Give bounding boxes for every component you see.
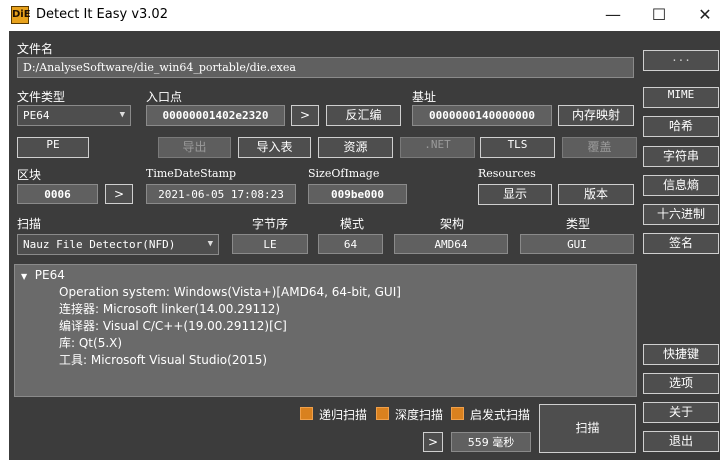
mime-button[interactable]: MIME bbox=[643, 87, 719, 108]
base-address-label: 基址 bbox=[412, 90, 437, 104]
resources-label: Resources bbox=[478, 167, 536, 180]
arch-label: 架构 bbox=[440, 217, 465, 231]
tls-button[interactable]: TLS bbox=[480, 137, 555, 158]
deep-scan-label: 深度扫描 bbox=[395, 408, 444, 422]
result-line[interactable]: 库: Qt(5.X) bbox=[59, 335, 122, 352]
exit-button[interactable]: 退出 bbox=[643, 431, 719, 452]
scan-label: 扫描 bbox=[17, 217, 42, 231]
overlay-button[interactable]: 覆盖 bbox=[562, 137, 637, 158]
mode-field: 64 bbox=[318, 234, 383, 254]
timestamp-label: TimeDateStamp bbox=[146, 167, 237, 180]
file-name-label: 文件名 bbox=[17, 42, 54, 56]
size-of-image-field[interactable]: 009be000 bbox=[308, 184, 407, 204]
base-address-field[interactable]: 0000000140000000 bbox=[412, 105, 552, 126]
disassemble-button[interactable]: 反汇编 bbox=[326, 105, 401, 126]
window-border-right bbox=[720, 31, 728, 460]
result-line[interactable]: Operation system: Windows(Vista+)[AMD64,… bbox=[59, 284, 401, 301]
chevron-down-icon: ▼ bbox=[207, 239, 213, 249]
chevron-down-icon[interactable]: ▼ bbox=[21, 272, 27, 281]
net-button[interactable]: .NET bbox=[400, 137, 475, 158]
deep-scan-checkbox[interactable] bbox=[376, 407, 389, 420]
file-type-select[interactable]: PE64 ▼ bbox=[17, 105, 131, 126]
maximize-icon[interactable]: ☐ bbox=[636, 0, 682, 31]
arch-field: AMD64 bbox=[394, 234, 508, 254]
strings-button[interactable]: 字符串 bbox=[643, 146, 719, 167]
endianness-field: LE bbox=[232, 234, 308, 254]
scan-engine-select[interactable]: Nauz File Detector(NFD) ▼ bbox=[17, 234, 219, 255]
result-line[interactable]: 工具: Microsoft Visual Studio(2015) bbox=[59, 352, 267, 369]
hex-button[interactable]: 十六进制 bbox=[643, 204, 719, 225]
close-icon[interactable]: ✕ bbox=[682, 0, 728, 31]
result-line[interactable]: 连接器: Microsoft linker(14.00.29112) bbox=[59, 301, 280, 318]
minimize-icon[interactable]: — bbox=[590, 0, 636, 31]
entry-point-label: 入口点 bbox=[146, 90, 183, 104]
size-of-image-label: SizeOfImage bbox=[308, 167, 380, 180]
elapsed-time-field: 559 毫秒 bbox=[451, 432, 531, 452]
about-button[interactable]: 关于 bbox=[643, 402, 719, 423]
export-button[interactable]: 导出 bbox=[158, 137, 231, 158]
scan-details-button[interactable]: > bbox=[423, 432, 443, 452]
entropy-button[interactable]: 信息熵 bbox=[643, 175, 719, 196]
timestamp-field[interactable]: 2021-06-05 17:08:23 bbox=[146, 184, 296, 204]
results-tree[interactable]: ▼ PE64 Operation system: Windows(Vista+)… bbox=[14, 264, 637, 397]
resources-button[interactable]: 资源 bbox=[318, 137, 393, 158]
app-icon: DiE bbox=[11, 6, 31, 24]
resources-version-button[interactable]: 版本 bbox=[558, 184, 634, 205]
type-field: GUI bbox=[520, 234, 634, 254]
options-button[interactable]: 选项 bbox=[643, 373, 719, 394]
heuristic-scan-label: 启发式扫描 bbox=[470, 408, 531, 422]
chevron-down-icon: ▼ bbox=[119, 110, 125, 120]
pe-button[interactable]: PE bbox=[17, 137, 89, 158]
signatures-button[interactable]: 签名 bbox=[643, 233, 719, 254]
tree-root[interactable]: ▼ PE64 bbox=[21, 267, 65, 284]
import-button[interactable]: 导入表 bbox=[238, 137, 311, 158]
hash-button[interactable]: 哈希 bbox=[643, 116, 719, 137]
entry-point-field[interactable]: 00000001402e2320 bbox=[146, 105, 285, 126]
scan-button[interactable]: 扫描 bbox=[539, 404, 636, 453]
entry-point-go-button[interactable]: > bbox=[291, 105, 319, 126]
browse-button[interactable]: ... bbox=[643, 50, 719, 71]
file-type-label: 文件类型 bbox=[17, 90, 66, 104]
tree-root-label: PE64 bbox=[34, 268, 65, 282]
endianness-label: 字节序 bbox=[252, 217, 289, 231]
sections-go-button[interactable]: > bbox=[105, 184, 133, 204]
heuristic-scan-checkbox[interactable] bbox=[451, 407, 464, 420]
file-path-field[interactable]: D:/AnalyseSoftware/die_win64_portable/di… bbox=[17, 57, 634, 78]
recursive-scan-checkbox[interactable] bbox=[300, 407, 313, 420]
mode-label: 模式 bbox=[340, 217, 365, 231]
resources-show-button[interactable]: 显示 bbox=[478, 184, 552, 205]
memory-map-button[interactable]: 内存映射 bbox=[558, 105, 634, 126]
result-line[interactable]: 编译器: Visual C/C++(19.00.29112)[C] bbox=[59, 318, 287, 335]
sections-label: 区块 bbox=[17, 168, 42, 182]
recursive-scan-label: 递归扫描 bbox=[319, 408, 368, 422]
type-label: 类型 bbox=[566, 217, 591, 231]
window-border-left bbox=[0, 31, 9, 460]
shortcuts-button[interactable]: 快捷键 bbox=[643, 344, 719, 365]
sections-count-field[interactable]: 0006 bbox=[17, 184, 98, 204]
window-title: Detect It Easy v3.02 bbox=[36, 7, 168, 22]
